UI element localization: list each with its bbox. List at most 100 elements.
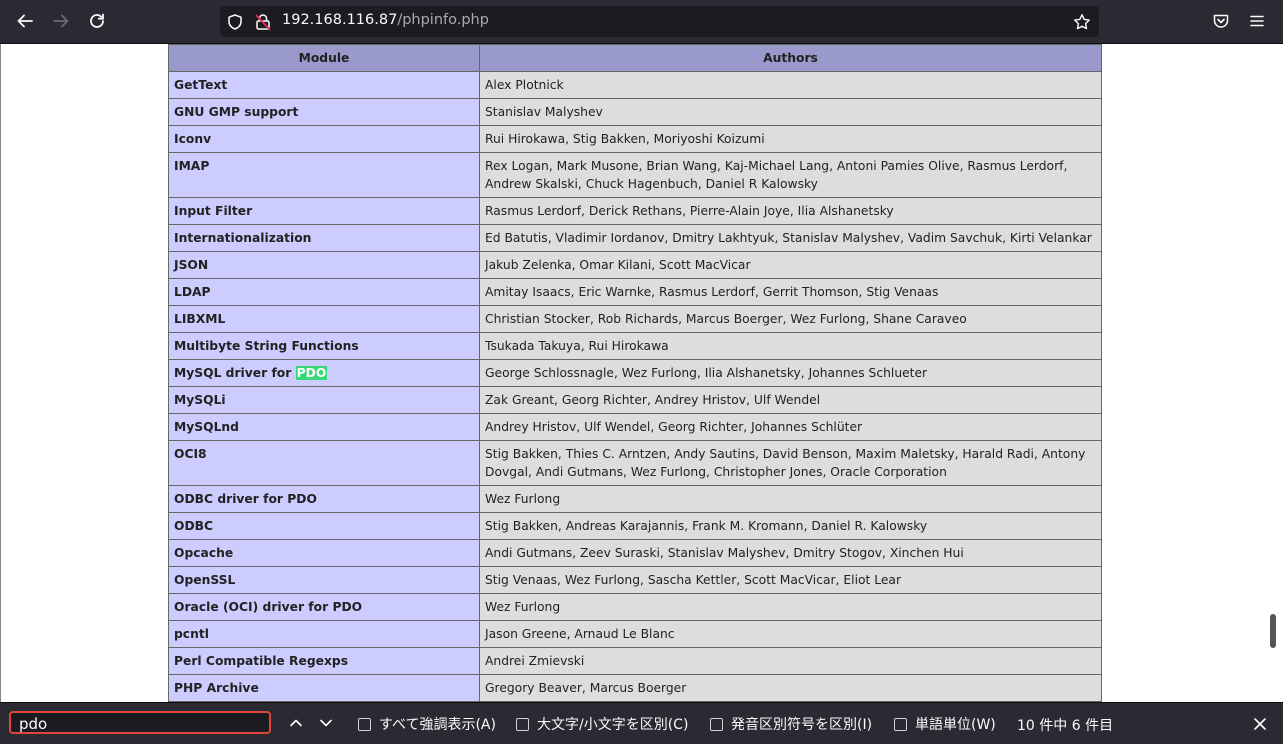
find-input[interactable]: pdo xyxy=(9,711,271,734)
module-cell: GetText xyxy=(168,71,480,99)
credits-table: Module Authors GetText Alex Plotnick GNU G… xyxy=(168,44,1102,702)
highlight-all-label: すべて強調表示(A) xyxy=(379,717,496,733)
match-case-checkbox[interactable] xyxy=(516,717,529,731)
table-row: GNU GMP support Stanislav Malyshev xyxy=(168,98,1102,126)
module-cell: JSON xyxy=(168,251,480,279)
module-name: pcntl xyxy=(174,627,209,641)
table-row: OCI8 Stig Bakken, Thies C. Arntzen, Andy … xyxy=(168,440,1102,486)
find-highlight: PDO xyxy=(295,366,328,380)
authors-cell: Stig Bakken, Andreas Karajannis, Frank M… xyxy=(479,512,1102,540)
table-row: PHP Archive Gregory Beaver, Marcus Boerge… xyxy=(168,674,1102,702)
module-cell: LIBXML xyxy=(168,305,480,333)
whole-words-checkbox[interactable] xyxy=(894,717,907,731)
module-name: MySQL driver for xyxy=(174,366,296,380)
match-case-option[interactable]: 大文字/小文字を区別(C) xyxy=(516,714,688,734)
match-count: 10 件中 6 件目 xyxy=(1017,718,1114,734)
browser-toolbar: 192.168.116.87/phpinfo.php xyxy=(0,0,1283,44)
forward-button[interactable] xyxy=(46,6,76,36)
module-name: Input Filter xyxy=(174,204,253,218)
module-cell: ODBC xyxy=(168,512,480,540)
url-host: 192.168.116.87 xyxy=(282,12,398,28)
back-button[interactable] xyxy=(10,6,40,36)
table-row: Iconv Rui Hirokawa, Stig Bakken, Moriyosh… xyxy=(168,125,1102,153)
authors-cell: Rui Hirokawa, Stig Bakken, Moriyoshi Koi… xyxy=(479,125,1102,153)
module-name: Iconv xyxy=(174,132,212,146)
reload-icon xyxy=(90,13,104,28)
table-row: ODBC driver for PDO Wez Furlong xyxy=(168,485,1102,513)
module-name: GetText xyxy=(174,78,228,92)
reload-button[interactable] xyxy=(82,6,112,36)
module-name: LIBXML xyxy=(174,312,226,326)
pocket-icon xyxy=(1213,14,1229,28)
shield-icon[interactable] xyxy=(226,13,244,31)
find-previous-icon[interactable] xyxy=(288,715,304,731)
table-header-row: Module Authors xyxy=(168,44,1102,72)
table-row: Opcache Andi Gutmans, Zeev Suraski, Stani… xyxy=(168,539,1102,567)
highlight-all-checkbox[interactable] xyxy=(358,717,371,731)
bookmark-star-icon[interactable] xyxy=(1073,13,1091,31)
table-row: Input Filter Rasmus Lerdorf, Derick Retha… xyxy=(168,197,1102,225)
module-cell: Multibyte String Functions xyxy=(168,332,480,360)
module-cell: Input Filter xyxy=(168,197,480,225)
module-name: Oracle (OCI) driver for PDO xyxy=(174,600,363,614)
table-row: JSON Jakub Zelenka, Omar Kilani, Scott Ma… xyxy=(168,251,1102,279)
back-arrow-icon xyxy=(17,14,33,28)
module-name: ODBC xyxy=(174,519,214,533)
url-path: /phpinfo.php xyxy=(397,12,489,28)
find-next-icon[interactable] xyxy=(318,715,334,731)
authors-cell: Tsukada Takuya, Rui Hirokawa xyxy=(479,332,1102,360)
module-cell: PHP Archive xyxy=(168,674,480,702)
match-diacritics-checkbox[interactable] xyxy=(710,717,723,731)
module-cell: LDAP xyxy=(168,278,480,306)
viewport-border xyxy=(0,44,1,702)
module-name: Perl Compatible Regexps xyxy=(174,654,349,668)
module-cell: Iconv xyxy=(168,125,480,153)
authors-cell: Christian Stocker, Rob Richards, Marcus … xyxy=(479,305,1102,333)
table-row: LIBXML Christian Stocker, Rob Richards, M… xyxy=(168,305,1102,333)
module-cell: OpenSSL xyxy=(168,566,480,594)
module-name: Opcache xyxy=(174,546,234,560)
module-cell: ODBC driver for PDO xyxy=(168,485,480,513)
module-cell: pcntl xyxy=(168,620,480,648)
whole-words-label: 単語単位(W) xyxy=(915,717,996,733)
table-row: LDAP Amitay Isaacs, Eric Warnke, Rasmus L… xyxy=(168,278,1102,306)
module-name: MySQLi xyxy=(174,393,226,407)
table-row: OpenSSL Stig Venaas, Wez Furlong, Sascha … xyxy=(168,566,1102,594)
module-name: MySQLnd xyxy=(174,420,239,434)
highlight-all-option[interactable]: すべて強調表示(A) xyxy=(358,714,496,734)
table-row: Multibyte String Functions Tsukada Takuya… xyxy=(168,332,1102,360)
authors-cell: Stig Venaas, Wez Furlong, Sascha Kettler… xyxy=(479,566,1102,594)
header-module: Module xyxy=(168,44,480,72)
address-bar[interactable]: 192.168.116.87/phpinfo.php xyxy=(220,6,1099,37)
table-body: GetText Alex Plotnick GNU GMP support Stani… xyxy=(168,71,1102,702)
close-icon[interactable] xyxy=(1252,716,1268,732)
whole-words-option[interactable]: 単語単位(W) xyxy=(894,714,996,734)
module-cell: MySQLnd xyxy=(168,413,480,441)
table-row: MySQL driver for PDO George Schlossnagle,… xyxy=(168,359,1102,387)
authors-cell: Jakub Zelenka, Omar Kilani, Scott MacVic… xyxy=(479,251,1102,279)
menu-button[interactable] xyxy=(1242,6,1272,36)
module-cell: Perl Compatible Regexps xyxy=(168,647,480,675)
authors-cell: Zak Greant, Georg Richter, Andrey Hristo… xyxy=(479,386,1102,414)
url-text[interactable]: 192.168.116.87/phpinfo.php xyxy=(282,12,489,28)
scrollbar-thumb[interactable] xyxy=(1270,614,1276,648)
match-case-label: 大文字/小文字を区別(C) xyxy=(537,717,689,733)
page-viewport: Module Authors GetText Alex Plotnick GNU G… xyxy=(0,44,1283,702)
module-cell: Opcache xyxy=(168,539,480,567)
table-row: MySQLi Zak Greant, Georg Richter, Andrey … xyxy=(168,386,1102,414)
module-name: Internationalization xyxy=(174,231,312,245)
module-name: IMAP xyxy=(174,159,210,173)
match-diacritics-option[interactable]: 発音区別符号を区別(I) xyxy=(710,714,872,734)
pocket-button[interactable] xyxy=(1206,6,1236,36)
match-diacritics-label: 発音区別符号を区別(I) xyxy=(731,717,873,733)
table-row: Oracle (OCI) driver for PDO Wez Furlong xyxy=(168,593,1102,621)
authors-cell: Rex Logan, Mark Musone, Brian Wang, Kaj-… xyxy=(479,152,1102,198)
module-cell: IMAP xyxy=(168,152,480,198)
authors-cell: Rasmus Lerdorf, Derick Rethans, Pierre-A… xyxy=(479,197,1102,225)
table-row: ODBC Stig Bakken, Andreas Karajannis, Fra… xyxy=(168,512,1102,540)
authors-cell: Jason Greene, Arnaud Le Blanc xyxy=(479,620,1102,648)
authors-cell: Gregory Beaver, Marcus Boerger xyxy=(479,674,1102,702)
module-name: PHP Archive xyxy=(174,681,259,695)
insecure-lock-icon[interactable] xyxy=(254,13,272,31)
authors-cell: Andrey Hristov, Ulf Wendel, Georg Richte… xyxy=(479,413,1102,441)
